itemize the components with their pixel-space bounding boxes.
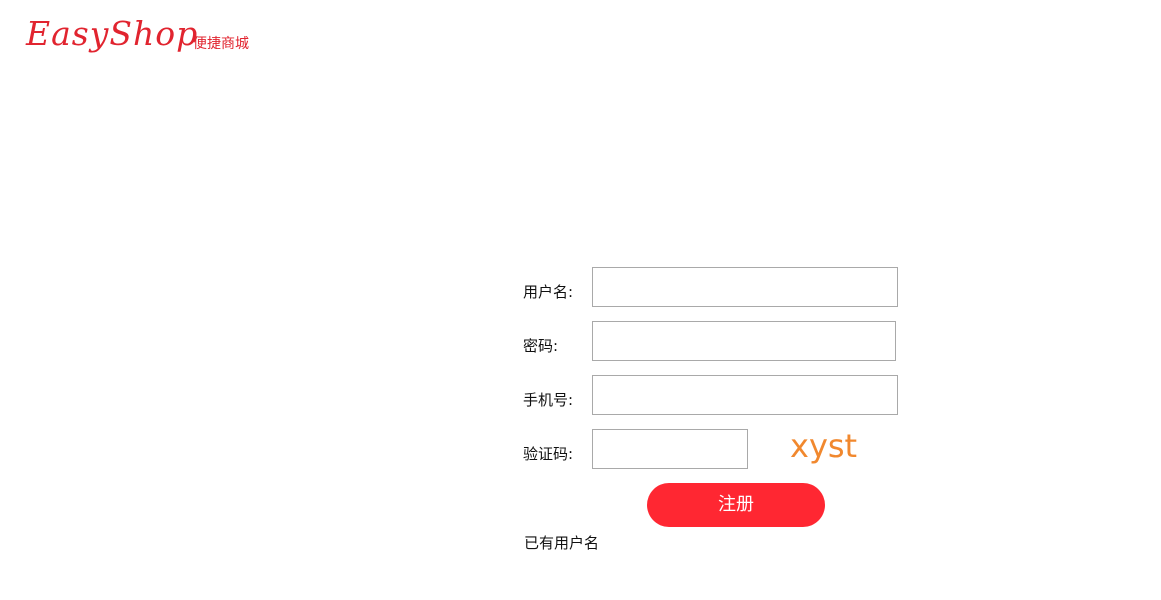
logo: EasyShop (26, 14, 199, 53)
captcha-image[interactable]: xyst (790, 426, 857, 466)
captcha-label: 验证码: (523, 445, 574, 463)
password-label: 密码: (523, 337, 559, 355)
tagline: 便捷商城 (193, 36, 249, 52)
password-input[interactable] (592, 321, 896, 361)
phone-label: 手机号: (523, 391, 574, 409)
captcha-input[interactable] (592, 429, 748, 469)
username-label: 用户名: (523, 283, 574, 301)
username-input[interactable] (592, 267, 898, 307)
register-button[interactable]: 注册 (647, 483, 825, 527)
register-page: EasyShop 便捷商城 用户名: 密码: 手机号: 验证码: xyst 注册… (0, 0, 1161, 600)
phone-input[interactable] (592, 375, 898, 415)
login-link[interactable]: 已有用户名 (524, 533, 599, 553)
